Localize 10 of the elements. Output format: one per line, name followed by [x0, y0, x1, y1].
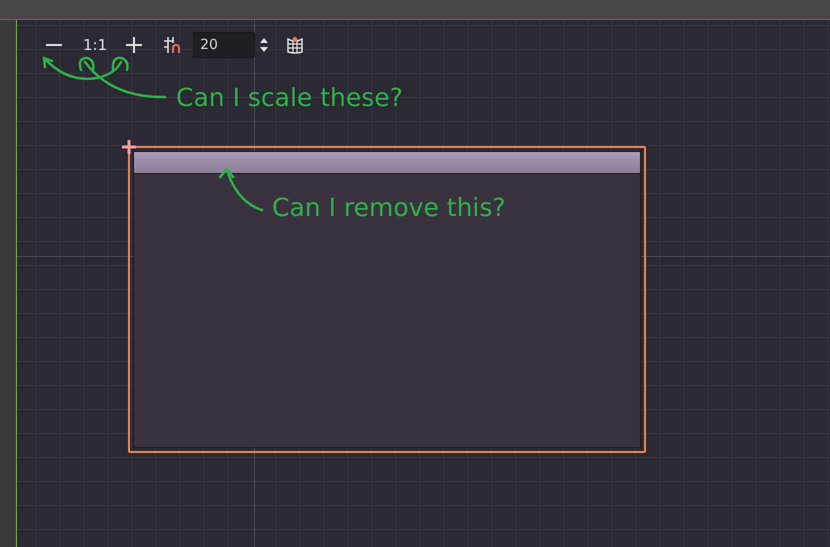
annotation-text: Can I remove this? — [272, 193, 506, 222]
curved-arrow — [218, 167, 264, 212]
snap-icon[interactable] — [163, 36, 182, 54]
grid-step-field[interactable]: 20 — [193, 32, 256, 58]
annotation-text: Can I scale these? — [176, 83, 403, 112]
crosshair-icon[interactable] — [121, 139, 137, 155]
zoom-reset-button[interactable]: 1:1 — [83, 31, 108, 59]
grid-icon[interactable] — [286, 36, 304, 54]
spin-arrows-icon[interactable] — [259, 37, 270, 53]
zoom-in-button[interactable] — [125, 36, 144, 54]
